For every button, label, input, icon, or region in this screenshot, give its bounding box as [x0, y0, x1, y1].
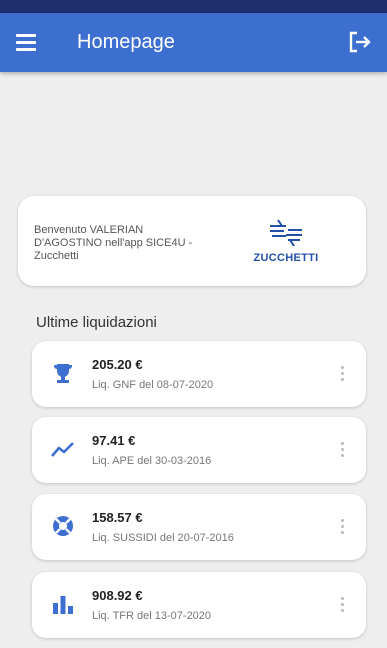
description: Liq. APE del 30-03-2016 [92, 455, 212, 467]
list-item[interactable]: 908.92 € Liq. TFR del 13-07-2020 [32, 572, 366, 638]
description: Liq. SUSSIDI del 20-07-2016 [92, 532, 234, 544]
list-item[interactable]: 205.20 € Liq. GNF del 08-07-2020 [32, 341, 366, 407]
list-item[interactable]: 97.41 € Liq. APE del 30-03-2016 [32, 417, 366, 483]
zucchetti-logo: ZUCCHETTI [246, 216, 326, 266]
more-options-button[interactable] [336, 438, 348, 462]
amount: 205.20 € [92, 357, 143, 372]
more-vert-icon [341, 597, 344, 600]
lifebuoy-icon [53, 516, 73, 536]
more-vert-icon [341, 366, 344, 369]
logout-icon [349, 31, 371, 53]
amount: 97.41 € [92, 433, 136, 448]
welcome-message: Benvenuto VALERIAN D'AGOSTINO nell'app S… [34, 224, 193, 262]
more-options-button[interactable] [336, 362, 348, 386]
status-bar [0, 0, 387, 13]
zucchetti-logo-icon [270, 219, 302, 247]
more-options-button[interactable] [336, 515, 348, 539]
description: Liq. TFR del 13-07-2020 [92, 610, 212, 622]
trending-icon [51, 442, 74, 457]
app-bar: Homepage [0, 13, 387, 72]
description: Liq. GNF del 08-07-2020 [92, 379, 214, 391]
section-title: Ultime liquidazioni [36, 314, 157, 331]
more-options-button[interactable] [336, 593, 348, 617]
amount: 908.92 € [92, 588, 143, 603]
logout-button[interactable] [345, 27, 375, 57]
amount: 158.57 € [92, 510, 143, 525]
list-item[interactable]: 158.57 € Liq. SUSSIDI del 20-07-2016 [32, 494, 366, 560]
logo-text: ZUCCHETTI [253, 252, 319, 264]
page-title: Homepage [77, 31, 175, 53]
welcome-card: Benvenuto VALERIAN D'AGOSTINO nell'app S… [18, 196, 366, 286]
menu-icon [16, 34, 36, 37]
more-vert-icon [341, 442, 344, 445]
trophy-icon [54, 364, 72, 383]
bar-chart-icon [53, 596, 73, 614]
more-vert-icon [341, 519, 344, 522]
menu-button[interactable] [14, 30, 40, 56]
